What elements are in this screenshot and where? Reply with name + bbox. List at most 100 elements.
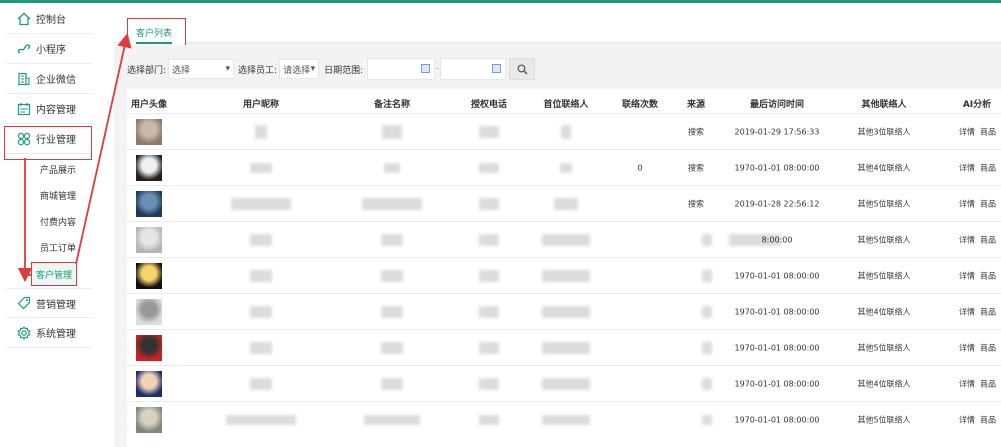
details-link[interactable]: 详情 (959, 235, 975, 246)
redacted-value (250, 163, 272, 173)
details-link[interactable]: 详情 (959, 343, 975, 354)
redacted-value (250, 306, 272, 318)
details-link[interactable]: 详情 (959, 415, 975, 426)
calendar-icon (421, 64, 431, 73)
sidebar-item-label: 系统管理 (36, 329, 76, 340)
other-contacts: 其他4位联络人 (857, 163, 911, 173)
goods-link[interactable]: 商品 (980, 199, 996, 210)
sidebar-item-content[interactable]: 内容管理 (6, 94, 92, 124)
date-start-input[interactable] (367, 58, 436, 80)
redacted-value (231, 198, 291, 210)
redacted-value (479, 198, 499, 210)
sidebar-item-wecom[interactable]: 企业微信 (6, 64, 92, 94)
redacted-value (381, 306, 403, 318)
redacted-value (250, 342, 272, 354)
caret-down-icon: ▾ (225, 64, 231, 74)
col-ai-analysis: AI分析 (962, 100, 992, 110)
home-icon (16, 11, 32, 27)
table-row: 0 搜索 1970-01-01 08:00:00 其他4位联络人 详情 商品 (127, 149, 1001, 185)
sidebar-item-miniprogram[interactable]: 小程序 (6, 34, 92, 64)
dept-select-value: 选择 (172, 65, 191, 76)
redacted-value (702, 415, 712, 425)
avatar (136, 335, 162, 361)
last-visit-time: 1970-01-01 08:00:00 (734, 271, 820, 281)
sidebar-item-dashboard[interactable]: 控制台 (6, 4, 92, 34)
goods-link[interactable]: 商品 (980, 127, 996, 138)
last-visit-time: 1970-01-01 08:00:00 (734, 343, 820, 353)
table-row: 1970-01-01 08:00:00 其他4位联络人 详情 商品 (127, 293, 1001, 329)
gear-icon (16, 325, 32, 341)
sidebar-sub-staff-orders[interactable]: 员工订单 (40, 241, 76, 254)
dept-select[interactable]: 选择 ▾ (168, 59, 235, 79)
filter-bar: 选择部门: 选择 ▾ 选择员工: 请选择 ▾ 日期范围: - (127, 55, 1001, 83)
sidebar-item-system[interactable]: 系统管理 (6, 318, 92, 348)
goods-link[interactable]: 商品 (980, 163, 996, 174)
table-row: 1970-01-01 08:00:00 其他5位联络人 详情 商品 (127, 257, 1001, 293)
last-visit-time: 8:00:00 (761, 235, 793, 245)
search-button[interactable] (509, 58, 536, 80)
search-icon (517, 64, 528, 75)
details-link[interactable]: 详情 (959, 199, 975, 210)
redacted-value (479, 163, 499, 173)
avatar (136, 191, 162, 217)
main-content: 客户列表 选择部门: 选择 ▾ 选择员工: 请选择 ▾ 日期范围: - 用户头像… (114, 3, 1001, 447)
redacted-value (702, 234, 712, 246)
goods-link[interactable]: 商品 (980, 343, 996, 354)
other-contacts: 其他5位联络人 (857, 199, 911, 209)
staff-select[interactable]: 请选择 ▾ (279, 59, 320, 79)
sidebar-item-label: 营销管理 (36, 299, 76, 311)
redacted-value (560, 163, 572, 173)
avatar (136, 155, 162, 181)
other-contacts: 其他5位联络人 (857, 235, 911, 245)
goods-link[interactable]: 商品 (980, 415, 996, 426)
date-end-input[interactable] (440, 58, 507, 80)
redacted-value (381, 234, 403, 246)
table-row: 1970-01-01 08:00:00 其他5位联络人 详情 商品 (127, 329, 1001, 365)
sidebar-sub-mall[interactable]: 商城管理 (40, 189, 76, 202)
sidebar-sub-products[interactable]: 产品展示 (40, 163, 76, 176)
date-range-label: 日期范围: (324, 65, 364, 76)
col-nickname: 用户昵称 (242, 100, 280, 110)
miniprogram-icon (16, 41, 32, 57)
sidebar-item-label: 小程序 (36, 45, 66, 56)
other-contacts: 其他4位联络人 (857, 307, 911, 317)
redacted-value (479, 342, 499, 354)
redacted-value (384, 163, 400, 173)
redacted-value (542, 234, 590, 246)
avatar (136, 371, 162, 397)
details-link[interactable]: 详情 (959, 307, 975, 318)
table-row: 8:00:00 其他5位联络人 详情 商品 (127, 221, 1001, 257)
redacted-value (702, 306, 712, 318)
staff-select-value: 请选择 (283, 65, 311, 76)
goods-link[interactable]: 商品 (980, 379, 996, 390)
redacted-value (226, 415, 296, 425)
details-link[interactable]: 详情 (959, 271, 975, 282)
redacted-value (542, 378, 590, 390)
redacted-value (382, 125, 402, 139)
calendar-icon (16, 101, 32, 117)
redacted-value (702, 378, 712, 390)
sidebar-sub-customers[interactable]: 客户管理 (31, 262, 77, 286)
tab-bar: 客户列表 (114, 3, 1001, 45)
sidebar-item-label: 控制台 (36, 15, 66, 26)
sidebar-item-marketing[interactable]: 营销管理 (6, 288, 92, 318)
goods-link[interactable]: 商品 (980, 307, 996, 318)
col-source: 来源 (686, 100, 706, 110)
sidebar-sub-paid-content[interactable]: 付费内容 (40, 215, 76, 228)
redacted-value (479, 126, 499, 138)
redacted-value (250, 234, 272, 246)
details-link[interactable]: 详情 (959, 379, 975, 390)
sidebar: 控制台 小程序 企业微信 内容管理 行业管理 产品展示 商城管理 付费内容 员工… (0, 3, 114, 447)
tab-customer-list[interactable]: 客户列表 (127, 18, 186, 45)
redacted-value (250, 378, 272, 390)
redacted-value (364, 415, 420, 425)
last-visit-time: 2019-01-29 17:56:33 (734, 127, 820, 137)
table-row: 1970-01-01 08:00:00 其他5位联络人 详情 商品 (127, 401, 1001, 437)
details-link[interactable]: 详情 (959, 127, 975, 138)
details-link[interactable]: 详情 (959, 163, 975, 174)
tag-icon (16, 295, 32, 311)
goods-link[interactable]: 商品 (980, 271, 996, 282)
other-contacts: 其他5位联络人 (857, 415, 911, 425)
redacted-value (255, 125, 267, 139)
goods-link[interactable]: 商品 (980, 235, 996, 246)
